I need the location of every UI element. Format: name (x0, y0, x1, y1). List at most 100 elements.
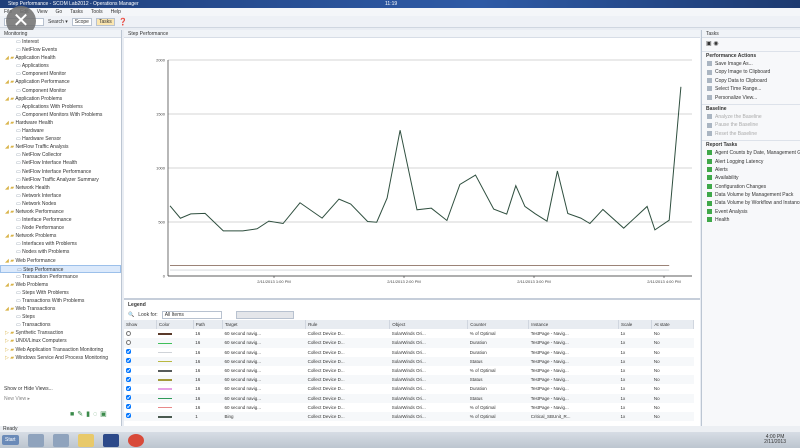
tree-view-item[interactable]: Network Interface (0, 192, 121, 200)
scope-button[interactable]: Scope (71, 17, 92, 26)
tree-view-item[interactable]: Nodes with Problems (0, 248, 121, 256)
column-header[interactable]: Show (124, 320, 157, 330)
tree-folder[interactable]: Web Problems (0, 281, 121, 289)
taskbar-app-icon[interactable] (52, 433, 69, 447)
tree-view-item[interactable]: Step Performance (0, 264, 121, 273)
tree-folder[interactable]: Application Problems (0, 95, 121, 103)
help-icon[interactable]: ❓ (119, 18, 128, 26)
tree-view-item[interactable]: Component Monitor (0, 87, 121, 95)
tasks-button[interactable]: Tasks (95, 17, 115, 26)
show-checkbox[interactable] (126, 395, 131, 401)
tree-folder[interactable]: Web Performance (0, 257, 121, 265)
task-item[interactable]: Availability (702, 174, 800, 182)
tree-view-item[interactable]: Interfaces with Problems (0, 240, 121, 248)
column-header[interactable]: Color (156, 320, 194, 330)
tree-view-item[interactable]: Applications With Problems (0, 103, 121, 111)
tasks-tab-icons[interactable]: ▣ ◉ (702, 38, 800, 49)
column-header[interactable]: Object (389, 320, 469, 330)
task-item[interactable]: Event Analysis (702, 208, 800, 216)
tree-view-item[interactable]: Hardware Sensor (0, 135, 121, 143)
show-checkbox[interactable] (126, 358, 131, 364)
find-input[interactable] (235, 311, 294, 319)
tree-folder[interactable]: Hardware Health (0, 119, 121, 127)
chrome-icon[interactable] (127, 433, 144, 447)
look-for-select[interactable]: All Items (161, 311, 222, 319)
task-section-header[interactable]: Report Tasks (702, 140, 800, 149)
show-hide-views-link[interactable]: Show or Hide Views... (4, 386, 53, 392)
tree-view-item[interactable]: Transactions With Problems (0, 297, 121, 305)
task-item[interactable]: Configuration Changes (702, 183, 800, 191)
folder-icon[interactable] (77, 433, 94, 447)
tree-view-item[interactable]: Interest (0, 38, 121, 46)
legend-row[interactable]: 16 60 second navig... Collect Device D... S… (124, 384, 694, 393)
legend-row[interactable]: 16 60 second navig... Collect Device D... S… (124, 348, 694, 357)
legend-row[interactable]: 16 60 second navig... Collect Device D... S… (124, 329, 694, 338)
tree-folder[interactable]: Web Application Transaction Monitoring (0, 346, 121, 354)
operations-manager-icon[interactable] (102, 433, 119, 447)
show-checkbox[interactable] (126, 376, 131, 382)
task-item[interactable]: Health (702, 216, 800, 224)
menu-tools[interactable]: Tools (91, 9, 103, 15)
menu-go[interactable]: Go (55, 9, 62, 15)
tree-folder[interactable]: Network Performance (0, 208, 121, 216)
column-header[interactable]: Scale (618, 320, 653, 330)
tree-view-item[interactable]: Steps With Problems (0, 289, 121, 297)
taskbar-app-icon[interactable] (27, 433, 44, 447)
tree-view-item[interactable]: NetFlow Collector (0, 151, 121, 159)
legend-row[interactable]: 16 60 second navig... Collect Device D... S… (124, 403, 694, 412)
task-item[interactable]: Agent Counts by Date, Management Gro... (702, 149, 800, 157)
tree-view-item[interactable]: Interface Performance (0, 216, 121, 224)
tree-view-item[interactable]: Transactions (0, 321, 121, 329)
nav-buttons-icon[interactable]: ■✎▮◌▣ (70, 410, 110, 418)
tree-view-item[interactable]: Node Performance (0, 224, 121, 232)
column-header[interactable]: Instance (528, 320, 620, 330)
task-item[interactable]: Data Volume by Workflow and Instance (702, 199, 800, 207)
tree-folder[interactable]: Network Problems (0, 232, 121, 240)
tree-folder[interactable]: Windows Service And Process Monitoring (0, 354, 121, 362)
menu-view[interactable]: View (37, 9, 48, 15)
legend-row[interactable]: 16 60 second navig... Collect Device D... S… (124, 356, 694, 366)
show-checkbox[interactable] (126, 349, 131, 355)
task-section-header[interactable]: Performance Actions (702, 51, 800, 60)
show-checkbox[interactable] (126, 339, 131, 345)
tree-view-item[interactable]: NetFlow Events (0, 46, 121, 54)
column-header[interactable]: Rule (305, 320, 391, 330)
task-item[interactable]: Analyze the Baseline (702, 113, 800, 121)
new-view-menu[interactable]: New View ▸ (4, 396, 30, 402)
menu-help[interactable]: Help (111, 9, 121, 15)
task-item[interactable]: Reset the Baseline (702, 130, 800, 138)
search-button[interactable]: Search ▾ (48, 19, 68, 25)
tree-view-item[interactable]: NetFlow Interface Health (0, 159, 121, 167)
tree-view-item[interactable]: Network Nodes (0, 200, 121, 208)
tree-folder[interactable]: Application Performance (0, 78, 121, 86)
tree-view-item[interactable]: Component Monitors With Problems (0, 111, 121, 119)
show-checkbox[interactable] (126, 367, 131, 373)
legend-row[interactable]: 16 60 second navig... Collect Device D... S… (124, 366, 694, 375)
menu-tasks[interactable]: Tasks (70, 9, 83, 15)
show-checkbox[interactable] (126, 404, 131, 410)
column-header[interactable]: Path (193, 320, 223, 330)
legend-row[interactable]: 16 60 second navig... Collect Device D... S… (124, 338, 694, 348)
tree-view-item[interactable]: Component Monitor (0, 70, 121, 78)
task-item[interactable]: Pause the Baseline (702, 121, 800, 129)
task-item[interactable]: Alert Logging Latency (702, 158, 800, 166)
tree-view-item[interactable]: NetFlow Interface Performance (0, 168, 121, 176)
start-button[interactable]: Start (2, 435, 19, 445)
show-checkbox[interactable] (126, 413, 131, 419)
task-item[interactable]: Copy Data to Clipboard (702, 77, 800, 85)
task-section-header[interactable]: Baseline (702, 103, 800, 113)
tree-folder[interactable]: UNIX/Linux Computers (0, 337, 121, 345)
tree-folder[interactable]: Network Health (0, 184, 121, 192)
column-header[interactable]: At state (651, 320, 694, 330)
show-checkbox[interactable] (126, 385, 131, 391)
task-item[interactable]: Personalize View... (702, 94, 800, 102)
column-header[interactable]: Counter (467, 320, 530, 330)
tree-folder[interactable]: Web Transactions (0, 305, 121, 313)
legend-row[interactable]: 1 Bing Collect Device D... SolarWinds Ori..… (124, 411, 694, 422)
legend-row[interactable]: 16 60 second navig... Collect Device D... S… (124, 393, 694, 403)
task-item[interactable]: Data Volume by Management Pack (702, 191, 800, 199)
task-item[interactable]: Copy Image to Clipboard (702, 68, 800, 76)
task-item[interactable]: Alerts (702, 166, 800, 174)
tree-folder[interactable]: Application Health (0, 54, 121, 62)
task-item[interactable]: Save Image As... (702, 60, 800, 68)
